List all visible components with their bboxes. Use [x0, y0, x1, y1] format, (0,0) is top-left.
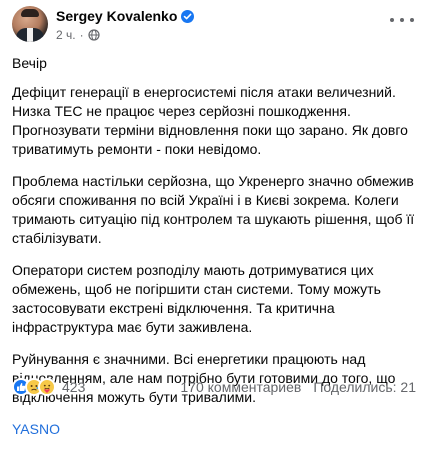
author-avatar[interactable] [12, 6, 48, 42]
meta-separator: · [79, 28, 84, 42]
avatar-shirt [27, 28, 33, 42]
post-paragraph: Дефіцит генерації в енергосистемі після … [12, 84, 408, 157]
globe-icon[interactable] [87, 29, 100, 41]
hashtag-link[interactable]: YASNO [12, 421, 60, 437]
author-row: Sergey Kovalenko [56, 8, 195, 24]
care-icon [38, 378, 56, 396]
reaction-count: 423 [62, 379, 86, 395]
more-options-icon[interactable] [390, 12, 414, 28]
author-name[interactable]: Sergey Kovalenko [56, 8, 177, 24]
facebook-post: Sergey Kovalenko 2 ч. · Вечір Дефіцит ге… [0, 0, 428, 437]
verified-badge-icon [181, 9, 195, 23]
comments-count-link[interactable]: 170 комментариев [180, 379, 301, 395]
post-paragraph: Вечір [12, 55, 47, 71]
post-footer: 423 170 комментариев Поделились: 21 [12, 377, 416, 397]
avatar-hair [21, 9, 39, 17]
post-paragraph: Оператори систем розподілу мають дотриму… [12, 262, 381, 335]
shares-count-link[interactable]: Поделились: 21 [313, 379, 416, 395]
post-paragraph: Проблема настільки серйозна, що Укренерг… [12, 173, 415, 246]
post-meta: 2 ч. · [56, 28, 100, 42]
reactions-summary[interactable]: 423 [12, 378, 85, 396]
post-time[interactable]: 2 ч. [56, 28, 76, 42]
